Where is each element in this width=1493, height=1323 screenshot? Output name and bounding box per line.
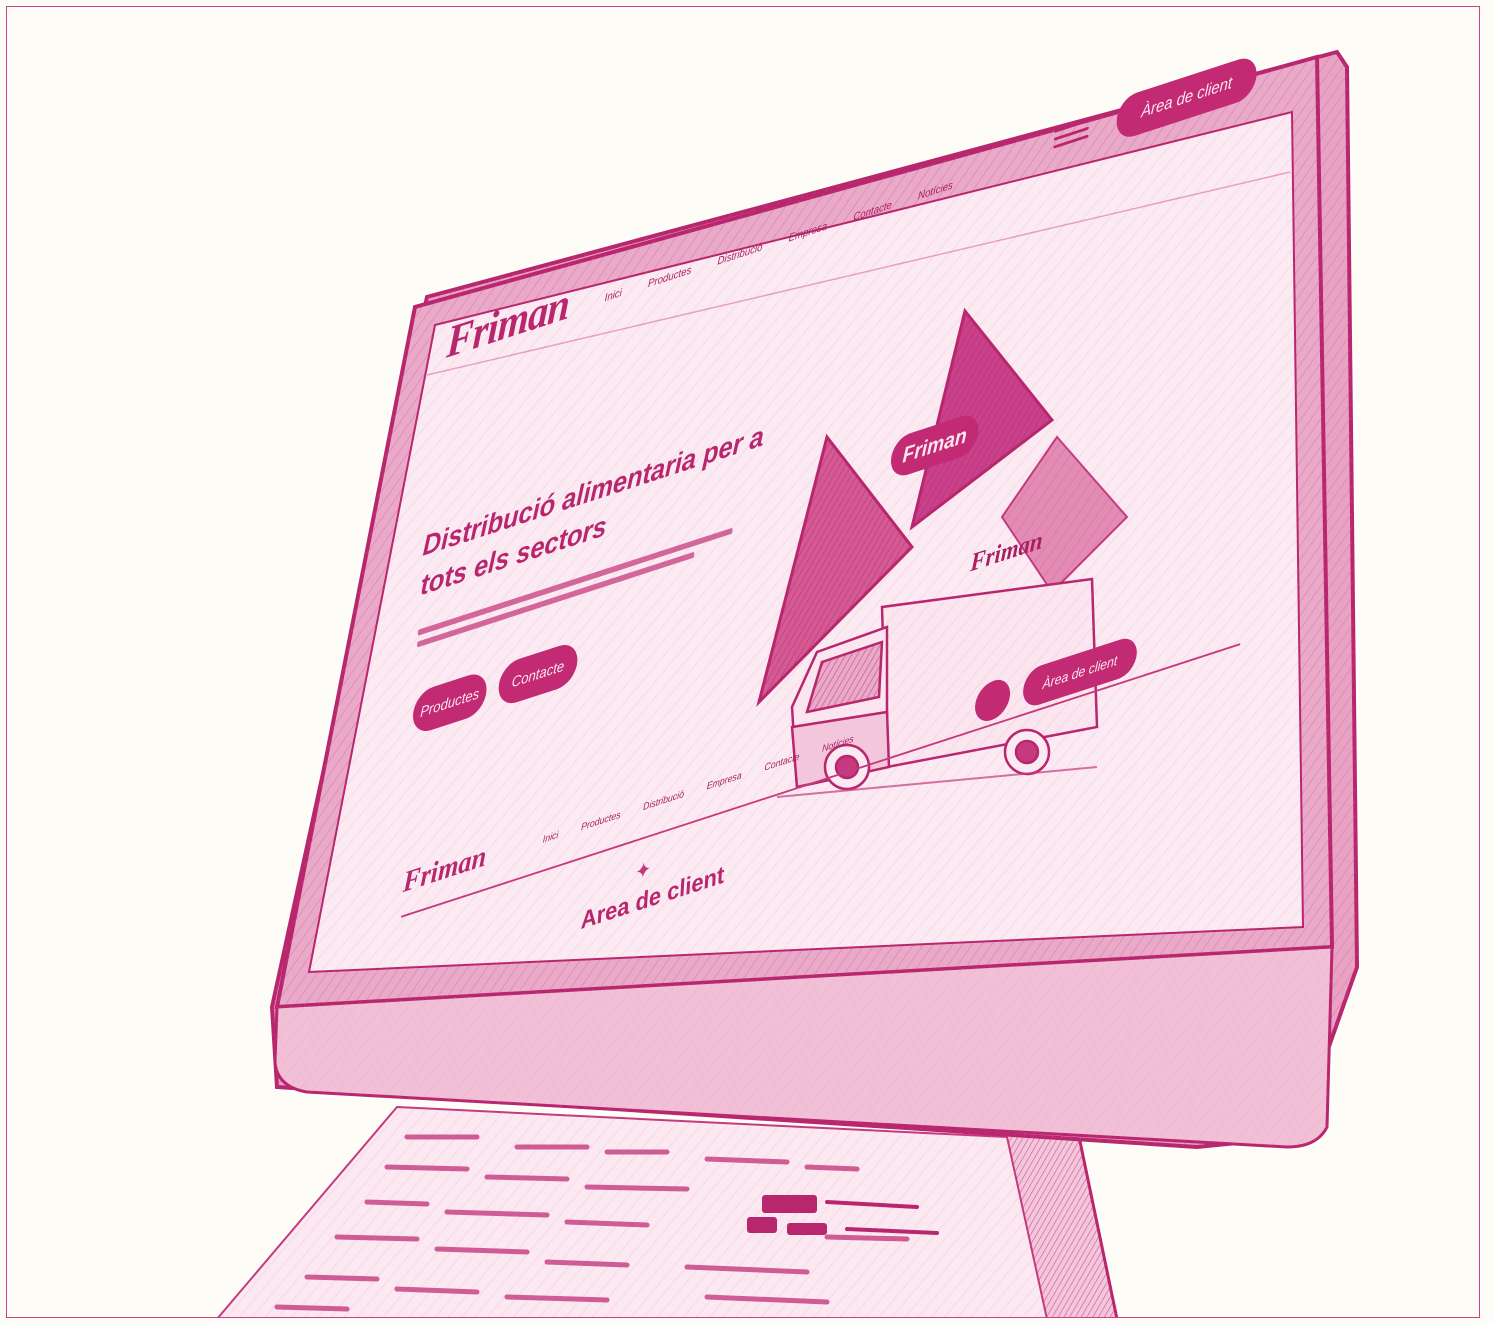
secondary-logo[interactable]: Friman bbox=[402, 840, 487, 901]
secondary-nav-empresa[interactable]: Empresa bbox=[706, 770, 742, 792]
nav-item-noticies[interactable]: Notícies bbox=[918, 179, 953, 202]
search-icon[interactable] bbox=[973, 675, 1012, 726]
secondary-nav-noticies[interactable]: Notícies bbox=[822, 734, 854, 755]
secondary-nav-inici[interactable]: Inici bbox=[543, 830, 559, 846]
hero-secondary-button[interactable]: Contacte bbox=[497, 639, 579, 709]
nav-item-inici[interactable]: Inici bbox=[604, 287, 622, 304]
nav-item-distribucio[interactable]: Distribució bbox=[717, 241, 763, 267]
nav-item-productes[interactable]: Productes bbox=[648, 264, 692, 290]
arrow-icon: ✦ bbox=[634, 855, 653, 886]
nav-item-contacte[interactable]: Contacte bbox=[853, 199, 892, 223]
secondary-nav-contacte[interactable]: Contacte bbox=[764, 752, 800, 774]
secondary-nav-distribucio[interactable]: Distribució bbox=[643, 789, 684, 813]
secondary-nav-productes[interactable]: Productes bbox=[581, 810, 621, 834]
truck-brand-text: Friman bbox=[969, 525, 1044, 578]
secondary-navigation: Inici Productes Distribució Empresa Cont… bbox=[543, 734, 855, 846]
illustration-frame: Friman Inici Productes Distribució Empre… bbox=[6, 6, 1480, 1318]
secondary-client-button[interactable]: Àrea de client bbox=[1021, 633, 1138, 711]
brand-badge: Friman bbox=[889, 410, 980, 481]
nav-item-empresa[interactable]: Empresa bbox=[788, 220, 827, 244]
menu-icon[interactable] bbox=[1053, 114, 1090, 153]
keyboard-sheet bbox=[217, 1105, 1048, 1317]
hero-primary-button[interactable]: Productes bbox=[411, 669, 488, 737]
